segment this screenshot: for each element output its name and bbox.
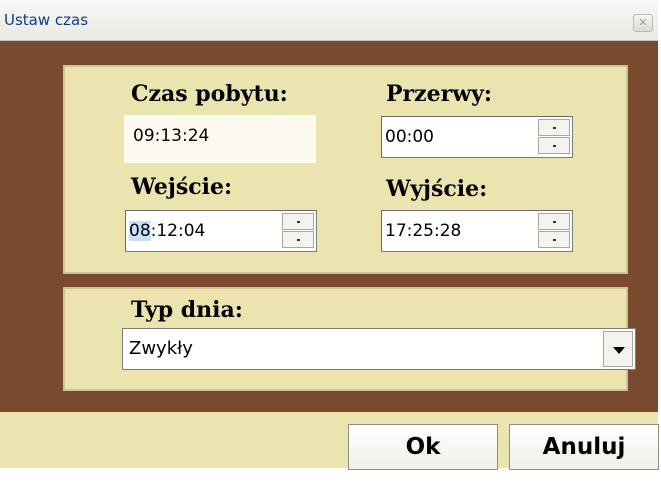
stay-time-value: 09:13:24 [124,115,316,163]
breaks-value: 00:00 [385,127,434,147]
time-panel: Czas pobytu: 09:13:24 Przerwy: 00:00 Wej… [63,65,628,274]
chevron-down-icon[interactable] [603,331,633,367]
day-type-label: Typ dnia: [131,297,243,323]
entry-spinner[interactable]: 08:12:04 [125,210,317,252]
exit-increment-button[interactable] [538,213,570,230]
cancel-button[interactable]: Anuluj [509,424,659,470]
exit-spinner[interactable]: 17:25:28 [381,210,573,252]
entry-label: Wejście: [131,174,233,200]
breaks-increment-button[interactable] [538,119,570,136]
exit-decrement-button[interactable] [538,231,570,248]
breaks-spinner[interactable]: 00:00 [381,116,573,158]
breaks-label: Przerwy: [386,81,493,107]
entry-spin-buttons [282,213,314,249]
exit-spin-buttons [538,213,570,249]
dialog-frame: Czas pobytu: 09:13:24 Przerwy: 00:00 Wej… [0,41,658,412]
breaks-decrement-button[interactable] [538,137,570,154]
entry-increment-button[interactable] [282,213,314,230]
exit-value: 17:25:28 [385,221,462,241]
stay-time-label: Czas pobytu: [131,81,288,107]
exit-label: Wyjście: [386,176,488,202]
set-time-dialog: Ustaw czas ✕ Czas pobytu: 09:13:24 Przer… [0,0,659,470]
day-type-value: Zwykły [129,338,193,359]
window-title: Ustaw czas [4,11,89,29]
entry-hour-selected: 08 [129,221,151,241]
breaks-spin-buttons [538,119,570,155]
day-type-select[interactable]: Zwykły [122,328,636,370]
entry-decrement-button[interactable] [282,231,314,248]
title-bar[interactable]: Ustaw czas ✕ [0,0,658,41]
entry-value-rest: :12:04 [150,221,206,241]
close-button[interactable]: ✕ [633,14,653,32]
close-icon: ✕ [638,17,648,29]
ok-button[interactable]: Ok [348,424,498,470]
entry-value: 08:12:04 [129,221,205,241]
